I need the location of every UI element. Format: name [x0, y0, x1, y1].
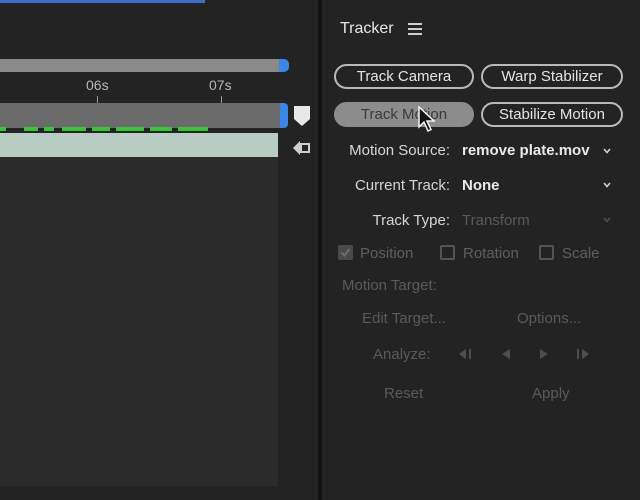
- motion-source-label: Motion Source:: [349, 142, 450, 159]
- stabilize-motion-button[interactable]: Stabilize Motion: [481, 102, 623, 127]
- analyze-back-one-frame-icon[interactable]: [456, 347, 474, 361]
- timeline-empty-area: [0, 157, 278, 486]
- track-type-dropdown[interactable]: Transform: [462, 212, 530, 229]
- keyframe-marker: [116, 127, 144, 131]
- position-checkbox-label: Position: [360, 245, 414, 262]
- ruler-label-06s: 06s: [86, 77, 109, 93]
- position-checkbox[interactable]: [338, 245, 353, 260]
- track-camera-button[interactable]: Track Camera: [334, 64, 474, 89]
- keyframe-marker: [178, 127, 208, 131]
- panel-title: Tracker: [340, 20, 394, 37]
- analyze-backward-icon[interactable]: [499, 347, 513, 361]
- rotation-checkbox[interactable]: [440, 245, 455, 260]
- analyze-forward-one-frame-icon[interactable]: [574, 347, 592, 361]
- work-area-end-handle[interactable]: [279, 59, 289, 72]
- ruler-tick: [97, 96, 98, 103]
- mouse-cursor-icon: [418, 106, 436, 133]
- reset-button[interactable]: Reset: [384, 385, 423, 402]
- edit-target-button[interactable]: Edit Target...: [362, 310, 446, 327]
- tracker-panel: Tracker Track Camera Warp Stabilizer Tra…: [322, 0, 640, 500]
- timeline-panel: 06s 07s: [0, 0, 318, 500]
- current-track-dropdown[interactable]: None: [462, 177, 500, 194]
- keyframe-marker: [44, 127, 54, 131]
- apply-button[interactable]: Apply: [532, 385, 570, 402]
- keyframe-marker: [150, 127, 172, 131]
- analyze-forward-icon[interactable]: [537, 347, 551, 361]
- ruler-label-07s: 07s: [209, 77, 232, 93]
- timeline-top-strip: [0, 0, 205, 3]
- checkmark-icon: [340, 248, 351, 258]
- keyframe-navigator-icon[interactable]: [291, 139, 311, 157]
- work-area-bar[interactable]: [0, 59, 286, 72]
- keyframe-marker: [0, 127, 6, 131]
- scale-checkbox[interactable]: [539, 245, 554, 260]
- keyframe-marker: [92, 127, 110, 131]
- motion-source-dropdown[interactable]: remove plate.mov: [462, 142, 590, 159]
- track-type-label: Track Type:: [372, 212, 450, 229]
- keyframe-marker: [24, 127, 38, 131]
- rotation-checkbox-label: Rotation: [463, 245, 519, 262]
- options-button[interactable]: Options...: [517, 310, 581, 327]
- analyze-label: Analyze:: [373, 346, 431, 363]
- chevron-down-icon: [603, 217, 611, 223]
- ruler-tick: [221, 96, 222, 103]
- marker-icon[interactable]: [293, 105, 311, 127]
- keyframe-marker: [62, 127, 86, 131]
- chevron-down-icon: [603, 182, 611, 188]
- current-track-label: Current Track:: [354, 177, 450, 194]
- warp-stabilizer-button[interactable]: Warp Stabilizer: [481, 64, 623, 89]
- layer-duration-bar[interactable]: [0, 103, 283, 128]
- clip-layer-bar[interactable]: [0, 133, 278, 157]
- scale-checkbox-label: Scale: [562, 245, 600, 262]
- keyframe-strip: [0, 127, 210, 131]
- chevron-down-icon: [603, 148, 611, 154]
- track-motion-button[interactable]: Track Motion: [334, 102, 474, 127]
- motion-target-label: Motion Target:: [342, 277, 437, 294]
- panel-menu-icon[interactable]: [408, 23, 422, 35]
- layer-out-point-handle[interactable]: [280, 103, 288, 128]
